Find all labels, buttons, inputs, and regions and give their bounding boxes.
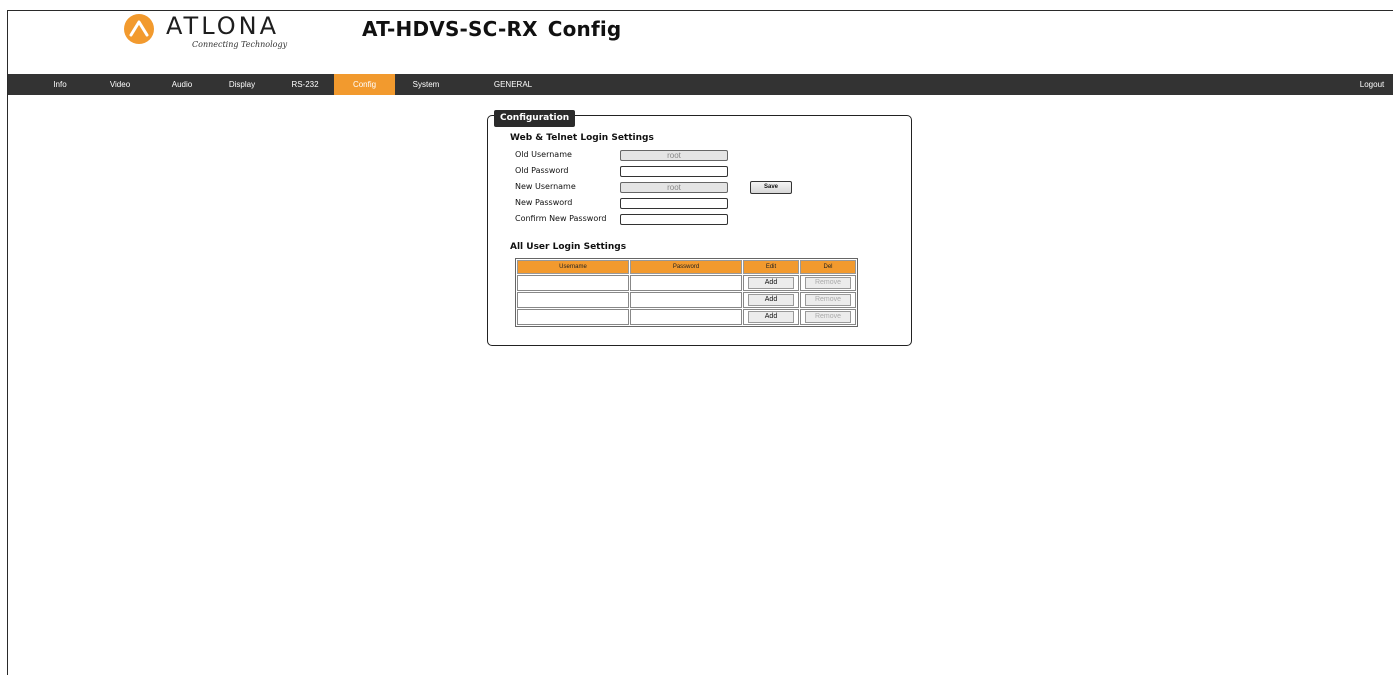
old-username-label: Old Username [515, 150, 572, 159]
remove-user-button[interactable]: Remove [805, 294, 851, 306]
remove-user-button[interactable]: Remove [805, 311, 851, 323]
table-row: Add Remove [517, 275, 856, 291]
atlona-logo: ATLONA Connecting Technology [122, 12, 292, 49]
username-cell-value [518, 277, 628, 290]
nav-item-display[interactable]: Display [226, 74, 258, 95]
new-username-label: New Username [515, 182, 576, 191]
password-cell[interactable] [630, 292, 742, 308]
page-title-model: AT-HDVS-SC-RX [362, 17, 538, 41]
column-header-edit: Edit [743, 260, 799, 274]
username-cell[interactable] [517, 275, 629, 291]
nav-item-audio[interactable]: Audio [168, 74, 196, 95]
add-user-button[interactable]: Add [748, 294, 794, 306]
table-row: Add Remove [517, 292, 856, 308]
username-cell[interactable] [517, 292, 629, 308]
save-button[interactable]: Save [750, 181, 792, 194]
new-password-field[interactable] [620, 198, 728, 209]
username-cell-value [518, 311, 628, 324]
nav-item-system[interactable]: System [408, 74, 444, 95]
all-users-title: All User Login Settings [510, 242, 627, 252]
logo-tagline: Connecting Technology [192, 40, 288, 49]
column-header-del: Del [800, 260, 856, 274]
new-username-field[interactable] [620, 182, 728, 193]
password-cell-value [631, 277, 741, 290]
column-header-password: Password [630, 260, 742, 274]
password-cell-value [631, 311, 741, 324]
new-password-label: New Password [515, 198, 573, 207]
page-title-section: Config [547, 17, 622, 41]
web-telnet-title: Web & Telnet Login Settings [510, 133, 654, 143]
confirm-password-field[interactable] [620, 214, 728, 225]
logo-wordmark: ATLONA [166, 12, 279, 40]
add-user-button[interactable]: Add [748, 311, 794, 323]
nav-item-video[interactable]: Video [108, 74, 132, 95]
table-header-row: Username Password Edit Del [517, 260, 856, 274]
nav-bar: Info Video Audio Display RS-232 Config S… [8, 74, 1393, 95]
configuration-legend: Configuration [494, 110, 576, 127]
old-username-field[interactable] [620, 150, 728, 161]
add-user-button[interactable]: Add [748, 277, 794, 289]
password-cell[interactable] [630, 309, 742, 325]
column-header-username: Username [517, 260, 629, 274]
old-password-field[interactable] [620, 166, 728, 177]
nav-item-rs232[interactable]: RS-232 [288, 74, 322, 95]
page-title: AT-HDVS-SC-RX Config [362, 17, 631, 41]
nav-item-info[interactable]: Info [48, 74, 72, 95]
confirm-password-label: Confirm New Password [515, 214, 607, 223]
remove-user-button[interactable]: Remove [805, 277, 851, 289]
nav-item-config[interactable]: Config [334, 74, 395, 95]
username-cell-value [518, 294, 628, 307]
user-login-table: Username Password Edit Del Add Remove Ad… [515, 258, 858, 327]
username-cell[interactable] [517, 309, 629, 325]
table-row: Add Remove [517, 309, 856, 325]
password-cell[interactable] [630, 275, 742, 291]
nav-item-general[interactable]: GENERAL [492, 74, 534, 95]
password-cell-value [631, 294, 741, 307]
atlona-logo-icon [124, 14, 154, 44]
logout-link[interactable]: Logout [1356, 74, 1388, 95]
old-password-label: Old Password [515, 166, 569, 175]
